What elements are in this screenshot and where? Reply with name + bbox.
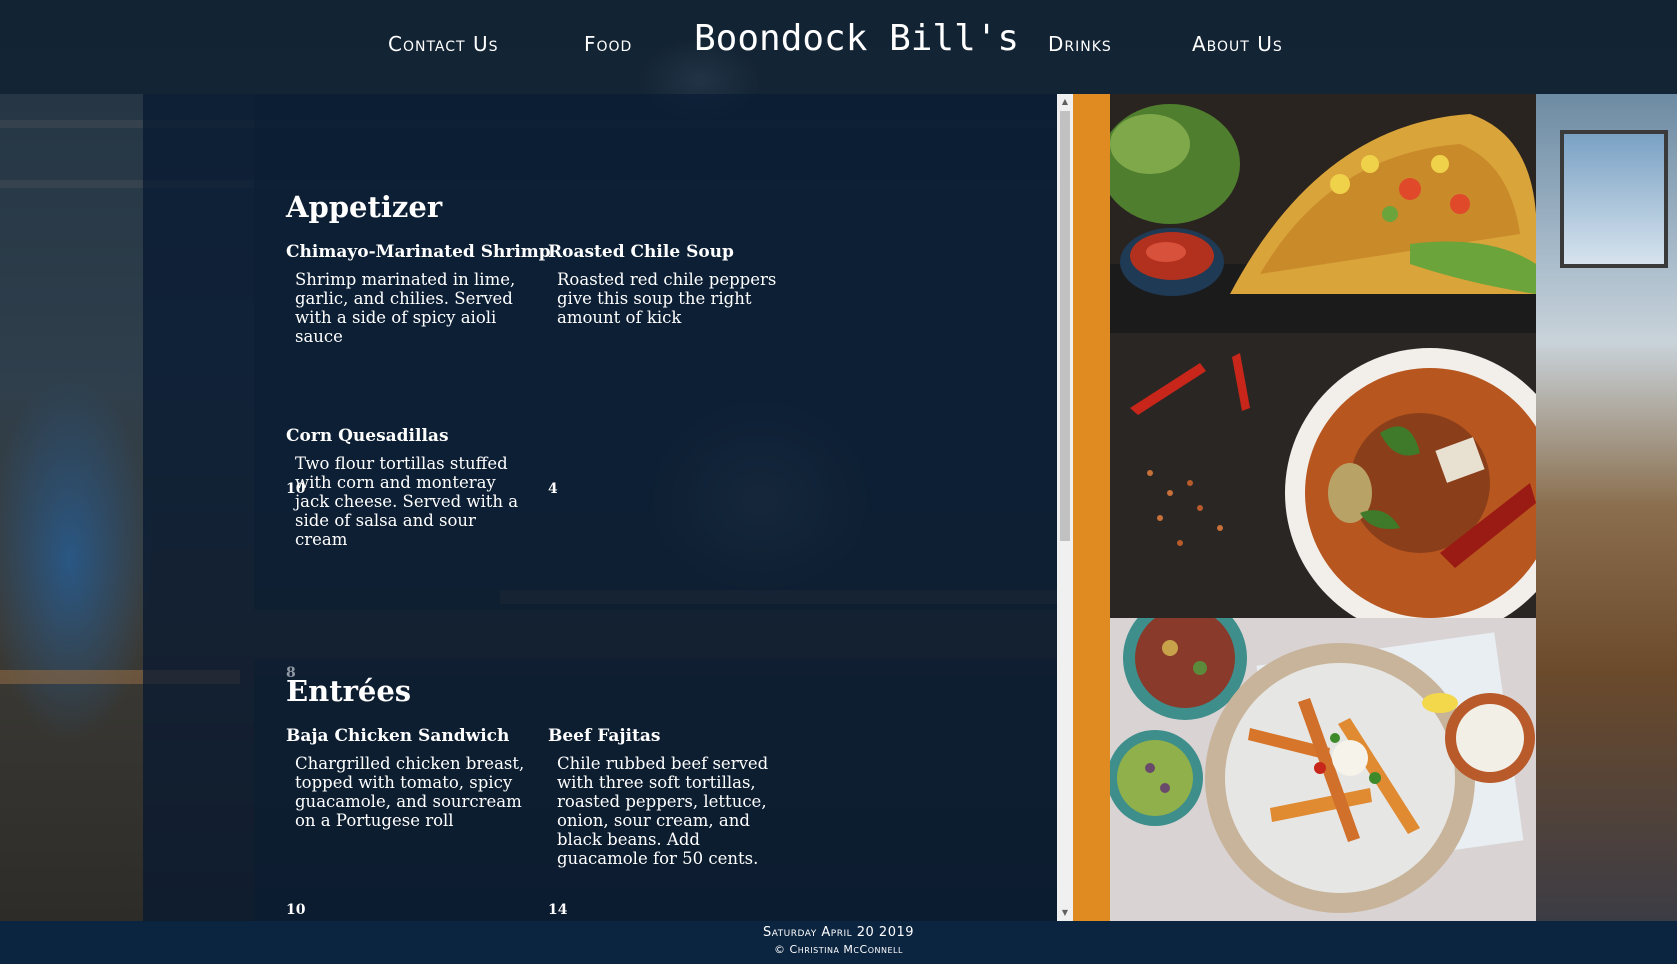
menu-item: Baja Chicken Sandwich Chargrilled chicke… — [286, 726, 531, 918]
menu-scrollbar[interactable]: ▲ ▼ — [1057, 94, 1073, 921]
menu-item: Chimayo-Marinated Shrimp Shrimp marinate… — [286, 242, 551, 497]
footer-date: Saturday April 20 2019 — [762, 925, 915, 940]
nav-food[interactable]: Food — [584, 32, 632, 56]
menu-item-price: 4 — [548, 481, 558, 497]
menu-item-description: Roasted red chile peppers give this soup… — [557, 270, 777, 327]
fajita-platter-photo-icon — [1110, 618, 1536, 921]
menu-item: Roasted Chile Soup Roasted red chile pep… — [548, 242, 793, 497]
menu-item: Corn Quesadillas Two flour tortillas stu… — [286, 426, 531, 681]
brand-logo[interactable]: Boondock Bill's — [694, 18, 1019, 59]
menu-item-name: Roasted Chile Soup — [548, 242, 734, 262]
footer: Saturday April 20 2019 © Christina McCon… — [0, 921, 1677, 964]
taco-photo-icon — [1110, 94, 1536, 333]
menu-item-price: 10 — [286, 902, 306, 918]
menu-item-name: Baja Chicken Sandwich — [286, 726, 510, 746]
section-title-entrees: Entrées — [286, 674, 412, 708]
curry-soup-photo-icon — [1110, 333, 1536, 618]
footer-credit: © Christina McConnell — [774, 943, 903, 956]
menu-item-description: Chile rubbed beef served with three soft… — [557, 754, 769, 868]
nav-about-us[interactable]: About Us — [1192, 32, 1283, 56]
nav-drinks[interactable]: Drinks — [1048, 32, 1112, 56]
menu-item-name: Corn Quesadillas — [286, 426, 449, 446]
taco-photo — [1110, 94, 1536, 333]
curry-soup-photo — [1110, 333, 1536, 618]
scroll-down-arrow-icon[interactable]: ▼ — [1057, 905, 1073, 921]
page: Contact Us Food Boondock Bill's Drinks A… — [0, 0, 1677, 964]
scroll-thumb[interactable] — [1060, 111, 1070, 541]
menu-item-name: Beef Fajitas — [548, 726, 661, 746]
menu-item-description: Chargrilled chicken breast, topped with … — [295, 754, 525, 830]
scroll-up-arrow-icon[interactable]: ▲ — [1057, 94, 1073, 110]
section-title-appetizer: Appetizer — [286, 190, 443, 224]
fajita-platter-photo — [1110, 618, 1536, 921]
menu-scroll-area[interactable]: Appetizer Chimayo-Marinated Shrimp Shrim… — [143, 94, 1057, 921]
menu-item-description: Shrimp marinated in lime, garlic, and ch… — [295, 270, 516, 346]
menu-item: Beef Fajitas Chile rubbed beef served wi… — [548, 726, 793, 918]
menu-item-description: Two flour tortillas stuffed with corn an… — [295, 454, 519, 549]
accent-divider — [1073, 94, 1110, 921]
nav-contact-us[interactable]: Contact Us — [388, 32, 498, 56]
top-navigation: Contact Us Food Boondock Bill's Drinks A… — [0, 0, 1677, 94]
background-window — [1560, 130, 1668, 268]
menu-item-price: 14 — [548, 902, 568, 918]
menu-item-name: Chimayo-Marinated Shrimp — [286, 242, 551, 262]
